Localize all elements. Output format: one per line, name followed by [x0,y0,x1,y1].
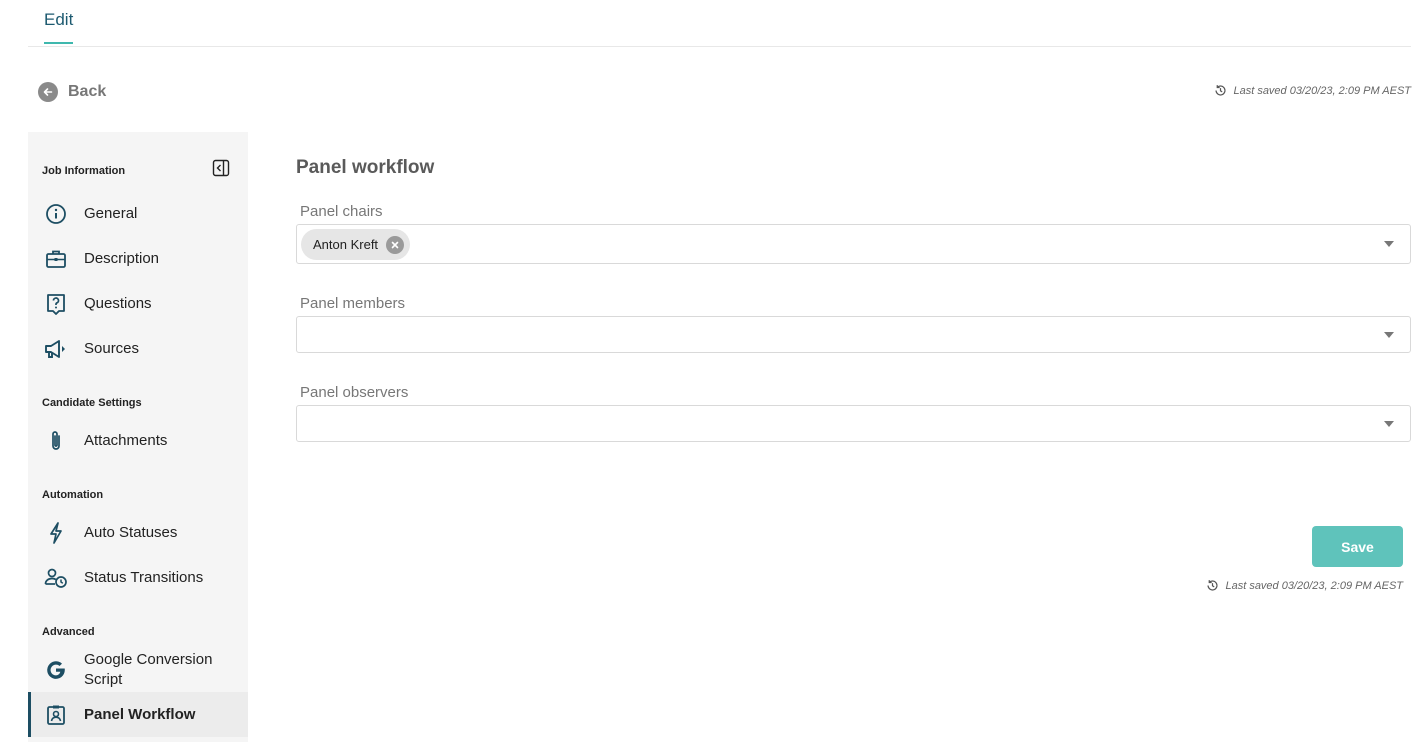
history-icon [1215,85,1227,96]
arrow-left-icon [38,82,58,102]
panel-observers-label: Panel observers [300,384,409,401]
sidebar-item-label: Panel Workflow [84,705,196,723]
question-icon [44,292,68,316]
sidebar-item-google-conversion-script[interactable]: Google Conversion Script [28,647,248,693]
chevron-down-icon [1384,420,1394,427]
sidebar-item-label: Google Conversion Script [84,651,213,688]
section-advanced: Advanced [42,626,95,638]
sidebar: Job Information General Description Ques… [28,132,248,742]
collapse-sidebar-icon[interactable] [212,159,230,177]
section-automation: Automation [42,489,104,501]
last-saved-text: Last saved 03/20/23, 2:09 PM AEST [1225,579,1403,592]
last-saved-text: Last saved 03/20/23, 2:09 PM AEST [1233,84,1411,97]
sidebar-item-panel-workflow[interactable]: Panel Workflow [28,692,248,737]
megaphone-icon [44,337,68,361]
sidebar-item-label: General [84,204,138,222]
section-job-information: Job Information [42,165,126,177]
lightning-icon [44,521,68,545]
last-saved-top: Last saved 03/20/23, 2:09 PM AEST [1214,84,1411,97]
tab-bar: Edit [28,0,1411,47]
panel-chairs-label: Panel chairs [300,203,383,220]
panel-chairs-select[interactable]: Anton Kreft [296,224,1411,264]
panel-observers-select[interactable] [296,405,1411,442]
chevron-down-icon [1384,331,1394,338]
panel-members-select[interactable] [296,316,1411,353]
sidebar-item-questions[interactable]: Questions [28,281,248,326]
badge-icon [44,703,68,727]
panel-members-label: Panel members [300,295,406,312]
last-saved-bottom: Last saved 03/20/23, 2:09 PM AEST [1206,579,1403,592]
back-label: Back [68,83,107,100]
page-title: Panel workflow [296,157,435,178]
sidebar-item-label: Description [84,249,160,267]
sidebar-item-auto-statuses[interactable]: Auto Statuses [28,510,248,555]
chevron-down-icon [1384,241,1394,247]
remove-chip-icon[interactable] [386,235,405,254]
paperclip-icon [44,429,68,453]
info-icon [44,202,68,226]
sidebar-item-description[interactable]: Description [28,236,248,281]
sidebar-item-sources[interactable]: Sources [28,326,248,371]
section-candidate-settings: Candidate Settings [42,397,142,409]
user-clock-icon [44,566,68,590]
google-icon [44,658,68,682]
sidebar-item-general[interactable]: General [28,191,248,236]
briefcase-icon [44,247,68,271]
save-button[interactable]: Save [1312,526,1403,567]
sidebar-item-label: Auto Statuses [84,523,178,541]
sidebar-item-label: Status Transitions [84,568,204,586]
history-icon [1207,580,1219,591]
sidebar-item-label: Questions [84,294,152,312]
chip-label: Anton Kreft [313,237,379,252]
tab-edit[interactable]: Edit [44,10,74,44]
back-button[interactable]: Back [38,82,106,102]
selected-chip: Anton Kreft [301,229,411,260]
sidebar-item-status-transitions[interactable]: Status Transitions [28,555,248,600]
sidebar-item-label: Attachments [84,431,168,449]
sidebar-item-attachments[interactable]: Attachments [28,418,248,463]
sidebar-item-label: Sources [84,339,140,357]
